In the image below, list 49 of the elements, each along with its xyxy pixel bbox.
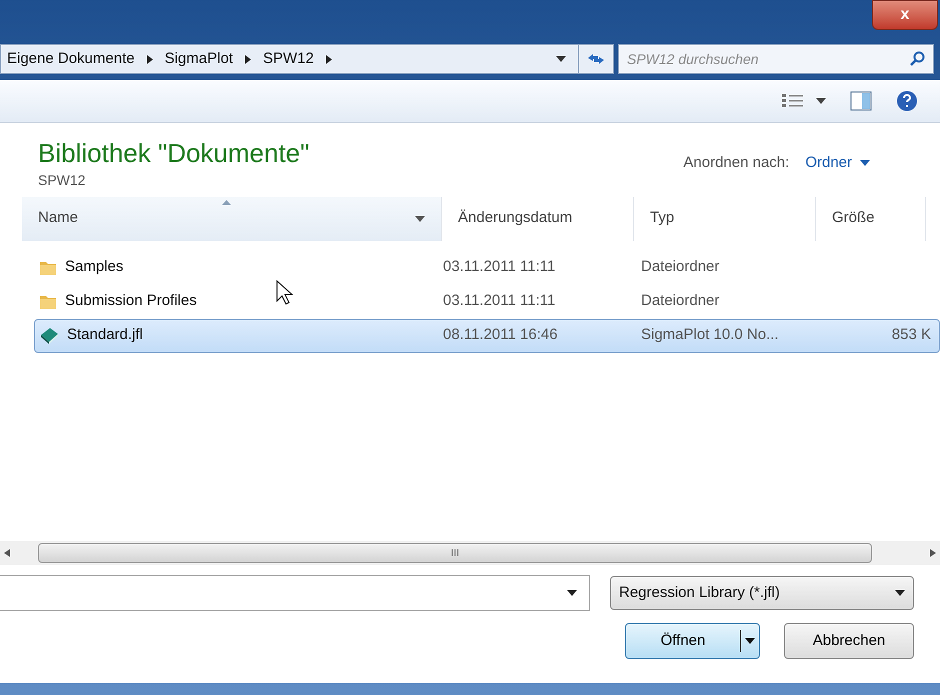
caret-icon bbox=[816, 98, 826, 104]
open-button[interactable]: Öffnen bbox=[625, 623, 760, 659]
view-list-icon[interactable] bbox=[782, 93, 804, 109]
column-label: Änderungsdatum bbox=[458, 208, 572, 228]
file-name-field[interactable] bbox=[0, 575, 590, 611]
scroll-left-icon[interactable] bbox=[4, 549, 10, 557]
caret-icon bbox=[415, 216, 425, 222]
chevron-icon bbox=[244, 54, 251, 64]
library-subtitle: SPW12 bbox=[38, 170, 86, 190]
refresh-icon[interactable] bbox=[587, 52, 605, 66]
arrange-dropdown[interactable]: Ordner bbox=[805, 152, 870, 174]
book-icon bbox=[39, 326, 59, 344]
column-label: Typ bbox=[650, 208, 674, 228]
column-label: Name bbox=[38, 208, 78, 228]
type-cell-text: Dateiordner bbox=[641, 291, 720, 312]
scrollbar-thumb[interactable]: III bbox=[38, 543, 872, 563]
preview-pane-icon[interactable] bbox=[850, 91, 872, 111]
file-type-dropdown[interactable]: Regression Library (*.jfl) bbox=[610, 576, 914, 610]
breadcrumb-item[interactable]: SigmaPlot bbox=[164, 48, 233, 70]
search-icon bbox=[910, 51, 926, 67]
help-icon[interactable] bbox=[896, 90, 918, 112]
caret-icon bbox=[556, 56, 566, 62]
cancel-button[interactable]: Abbrechen bbox=[784, 623, 914, 659]
arrange-label: Anordnen nach: bbox=[683, 153, 790, 173]
library-title: Bibliothek "Dokumente" bbox=[38, 137, 310, 170]
address-bar[interactable]: Eigene Dokumente SigmaPlot SPW12 bbox=[0, 44, 614, 74]
chevron-icon bbox=[326, 54, 332, 64]
file-row[interactable]: Submission Profiles 03.11.2011 11:11 Dateiordner bbox=[34, 284, 940, 318]
type-cell-text: Dateiordner bbox=[641, 257, 720, 278]
type-cell-text: SigmaPlot 10.0 No... bbox=[641, 325, 780, 346]
search-field[interactable]: SPW12 durchsuchen bbox=[618, 44, 934, 74]
sort-arrow-icon bbox=[222, 200, 231, 204]
file-row[interactable]: Samples 03.11.2011 11:11 Dateiordner bbox=[34, 250, 940, 284]
caret-icon bbox=[745, 638, 755, 644]
chevron-icon bbox=[146, 54, 153, 64]
caret-icon bbox=[895, 590, 905, 596]
caret-icon bbox=[860, 160, 870, 166]
breadcrumb-item[interactable]: Eigene Dokumente bbox=[7, 48, 135, 70]
breadcrumb-item[interactable]: SPW12 bbox=[262, 48, 314, 70]
mouse-cursor-icon bbox=[276, 280, 294, 306]
close-button[interactable]: x bbox=[872, 0, 938, 30]
caret-icon bbox=[567, 590, 577, 596]
column-label: Größe bbox=[832, 208, 875, 228]
file-row[interactable]: Standard.jfl 08.11.2011 16:46 SigmaPlot 10.0 No... 853 K bbox=[34, 318, 940, 352]
size-cell-text: 853 K bbox=[890, 325, 932, 346]
file-name: Samples bbox=[65, 257, 124, 278]
file-name: Submission Profiles bbox=[65, 291, 197, 312]
file-name: Standard.jfl bbox=[67, 325, 143, 346]
scroll-right-icon[interactable] bbox=[930, 549, 936, 557]
